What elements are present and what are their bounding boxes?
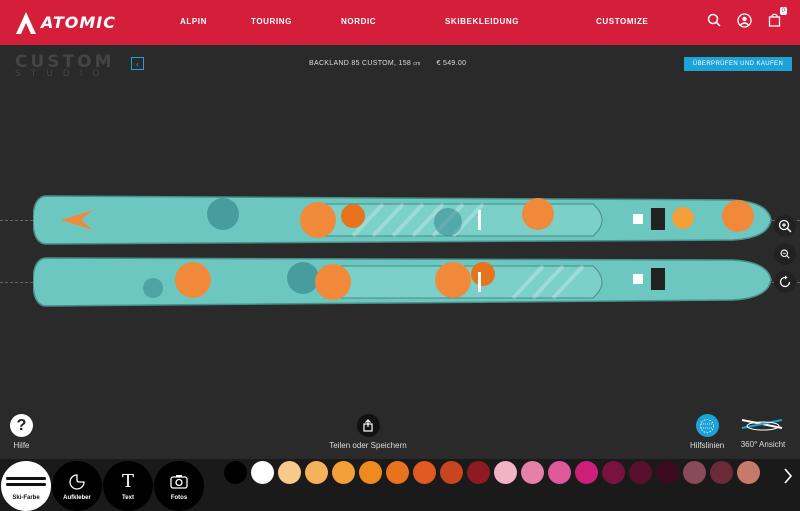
color-swatch[interactable]	[386, 461, 409, 484]
help-label: Hilfe	[13, 441, 30, 450]
color-swatch[interactable]	[602, 461, 625, 484]
zoom-out-button[interactable]	[774, 243, 796, 265]
product-info: BACKLAND 85 CUSTOM, 158 cm € 549.00	[309, 60, 466, 67]
color-swatch[interactable]	[278, 461, 301, 484]
atomic-logo-icon	[16, 11, 36, 34]
nav-item-nordic[interactable]: NORDIC	[341, 17, 376, 26]
color-swatch[interactable]	[548, 461, 571, 484]
share-icon	[356, 414, 380, 437]
color-swatch[interactable]	[413, 461, 436, 484]
help-button[interactable]: ? Hilfe	[10, 414, 33, 450]
color-swatch[interactable]	[737, 461, 760, 484]
ski-bottom[interactable]	[33, 254, 773, 310]
header-icons: 0	[706, 7, 787, 28]
nav-item-touring[interactable]: TOURING	[251, 17, 292, 26]
color-swatch[interactable]	[359, 461, 382, 484]
ski-icon	[6, 472, 46, 492]
color-swatch[interactable]	[440, 461, 463, 484]
studio-title-studio: STUDIO	[15, 69, 110, 79]
product-price: € 549.00	[436, 60, 467, 67]
color-swatch[interactable]	[521, 461, 544, 484]
color-swatch[interactable]	[305, 461, 328, 484]
product-unit: cm	[413, 61, 421, 67]
color-swatch[interactable]	[224, 461, 247, 484]
zoom-tools	[774, 215, 796, 293]
zoom-in-button[interactable]	[774, 215, 796, 237]
color-swatch[interactable]	[494, 461, 517, 484]
cart-count-badge: 0	[779, 7, 787, 15]
product-name: BACKLAND 85 CUSTOM, 158 cm	[309, 60, 421, 67]
tab-ski-color[interactable]: Ski-Farbe	[1, 461, 51, 511]
color-swatch[interactable]	[683, 461, 706, 484]
swatches-next-button[interactable]	[780, 466, 796, 486]
chevron-left-icon: ‹	[136, 58, 139, 69]
chevron-right-icon	[784, 468, 793, 484]
brand-logo[interactable]: ATOMIC	[0, 0, 160, 45]
cart-icon[interactable]: 0	[766, 7, 787, 28]
custom-studio-logo: CUSTOM STUDIO	[15, 54, 115, 79]
rotate-icon	[779, 275, 791, 288]
tab-text-label: Text	[122, 494, 134, 501]
tab-stickers[interactable]: Aufkleber	[52, 461, 102, 511]
guides-icon	[695, 414, 719, 437]
review-and-buy-button[interactable]: ÜBERPRÜFEN UND KAUFEN	[684, 57, 792, 71]
tab-ski-color-label: Ski-Farbe	[12, 494, 40, 501]
tab-photos[interactable]: Fotos	[154, 461, 204, 511]
color-swatch[interactable]	[332, 461, 355, 484]
color-swatch[interactable]	[710, 461, 733, 484]
back-button[interactable]: ‹	[131, 57, 144, 70]
nav-item-alpin[interactable]: ALPIN	[180, 17, 207, 26]
tab-text[interactable]: T Text	[103, 461, 153, 511]
color-swatch[interactable]	[629, 461, 652, 484]
share-save-label: Teilen oder Speichern	[329, 441, 407, 450]
color-swatch-list	[224, 461, 760, 484]
search-icon[interactable]	[706, 12, 722, 28]
color-swatch[interactable]	[251, 461, 274, 484]
color-swatch[interactable]	[656, 461, 679, 484]
top-navigation-bar: ATOMIC ALPIN TOURING NORDIC SKIBEKLEIDUN…	[0, 0, 800, 45]
zoom-out-icon	[780, 249, 790, 259]
share-save-button[interactable]: Teilen oder Speichern	[323, 414, 413, 450]
color-swatch[interactable]	[467, 461, 490, 484]
view-360-label: 360° Ansicht	[740, 440, 786, 449]
brand-name: ATOMIC	[41, 13, 116, 32]
color-swatch[interactable]	[575, 461, 598, 484]
ski-top[interactable]	[33, 192, 773, 248]
nav-item-customize[interactable]: CUSTOMIZE	[596, 17, 648, 26]
guides-label: Hilfslinien	[690, 441, 725, 450]
tab-stickers-label: Aufkleber	[63, 494, 91, 501]
text-icon: T	[121, 471, 134, 492]
sticker-icon	[68, 472, 86, 492]
tab-photos-label: Fotos	[170, 494, 188, 501]
help-icon: ?	[10, 414, 33, 437]
nav-item-skibekleidung[interactable]: SKIBEKLEIDUNG	[445, 17, 519, 26]
view-360-button[interactable]: 360° Ansicht	[740, 414, 786, 449]
zoom-in-icon	[778, 219, 792, 233]
account-icon[interactable]	[736, 12, 752, 28]
view-360-icon	[741, 419, 783, 431]
rotate-button[interactable]	[774, 271, 796, 293]
guides-toggle-button[interactable]: Hilfslinien	[690, 414, 724, 450]
camera-icon	[170, 472, 188, 492]
